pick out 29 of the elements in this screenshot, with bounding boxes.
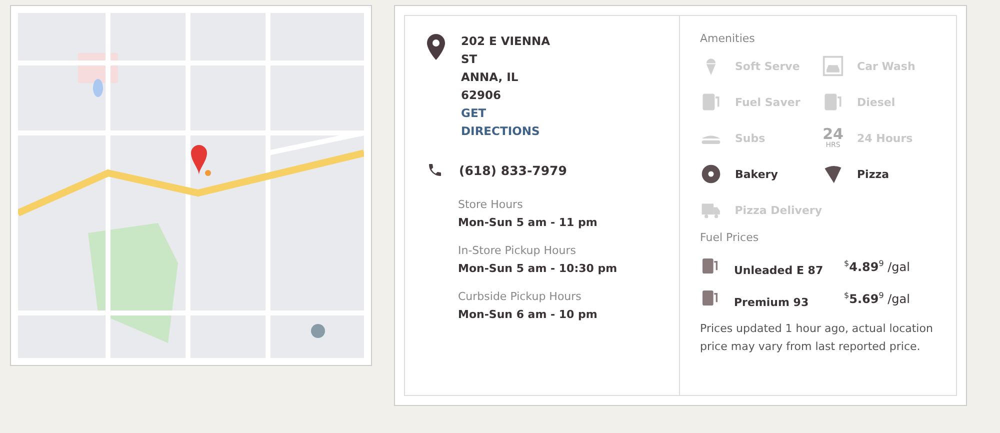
location-pin-icon <box>427 34 445 60</box>
price-note: Prices updated 1 hour ago, actual location price may vary from last reported price. <box>700 321 934 355</box>
pizza-slice-icon <box>822 163 844 185</box>
fuel-pump-icon <box>822 91 844 113</box>
phone-number: (618) 833-7979 <box>459 162 567 178</box>
amenity-label: Bakery <box>735 168 778 180</box>
phone-icon <box>427 162 443 178</box>
fuel-price: $^{$}$5.69$^{9}$ /gal <box>844 290 911 306</box>
hours-label: Store Hours <box>458 197 524 213</box>
fuel-pump-icon <box>700 91 722 113</box>
fuel-pump-icon <box>700 288 720 308</box>
fuel-price: $^{$}$4.89$^{9}$ /gal <box>844 258 911 274</box>
car-wash-icon <box>822 55 844 77</box>
address-text: 62906 <box>461 87 502 104</box>
amenities-heading: Amenities <box>700 32 756 45</box>
get-directions-link[interactable]: GET DIRECTIONS <box>461 104 557 140</box>
fuel-prices-heading: Fuel Prices <box>700 231 760 244</box>
address-text: 202 E VIENNA ST <box>461 33 552 68</box>
amenity-label: Pizza <box>857 168 890 180</box>
fuel-name: Unleaded E 87 <box>734 264 824 276</box>
hours-value: Mon-Sun 5 am - 11 pm <box>458 215 598 231</box>
donut-icon <box>700 163 722 185</box>
fuel-pump-icon <box>700 256 720 276</box>
hours-value: Mon-Sun 6 am - 10 pm <box>458 307 598 323</box>
hours-label: In-Store Pickup Hours <box>458 243 577 259</box>
hours-value: Mon-Sun 5 am - 10:30 pm <box>458 261 618 277</box>
hours-label: Curbside Pickup Hours <box>458 289 582 305</box>
address-text: ANNA, IL <box>461 69 520 86</box>
fuel-name: Premium 93 <box>734 296 810 308</box>
